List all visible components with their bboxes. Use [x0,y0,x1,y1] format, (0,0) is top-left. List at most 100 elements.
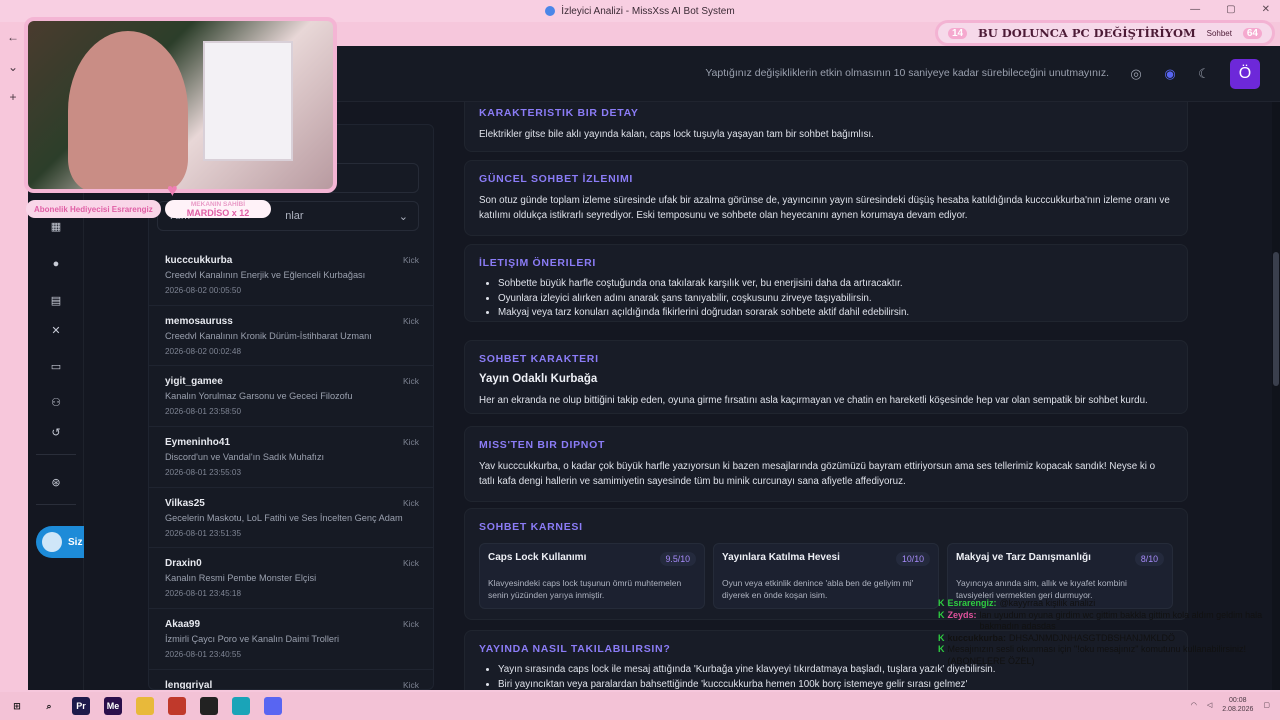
footnote-card: MISS'TEN BIR DIPNOT Yav kucccukkurba, o … [464,426,1188,502]
browser-side-nav: ← ⌄ + [0,22,26,690]
notification-icon[interactable]: ▢ [1263,701,1270,709]
recorder-icon[interactable] [168,697,186,715]
chat-message: DHSAJNMDJNHASGTDBSHANJMKLDÖ [1009,632,1176,643]
taskbar: ⊞ ⌕ Pr Me ◠ ◁ 00:08 2.08.2026 ▢ [0,692,1280,720]
system-tray: ◠ ◁ 00:08 2.08.2026 ▢ [1191,696,1270,714]
clock[interactable]: 00:08 2.08.2026 [1222,696,1253,714]
schedule-icon[interactable]: ▤ [48,292,64,308]
viewer-title: Gecelerin Maskotu, LoL Fatihi ve Ses İnc… [165,512,403,523]
score-value: 8/10 [1134,552,1164,566]
headset-icon[interactable]: ◎ [1128,66,1144,82]
viewer-item[interactable]: Draxin0 Kick Kanalın Resmi Pembe Monster… [149,548,433,610]
chevron-down-icon[interactable]: ⌄ [8,60,18,74]
card-text: Elektrikler gitse bile aklı yayında kala… [479,129,874,140]
tools-icon[interactable]: ✕ [48,322,64,338]
tips-list: Sohbette büyük harfle coştuğunda ona tak… [479,277,1173,321]
card-heading: İLETIŞIM ÖNERILERI [479,257,597,269]
history-icon[interactable]: ↺ [48,424,64,440]
chat-line: K Mesajınızın sesli okunması için "!oku … [938,644,1280,667]
obs-icon[interactable] [200,697,218,715]
viewer-date: 2026-08-01 23:55:03 [165,468,242,478]
clock-time: 00:08 [1229,697,1247,704]
viewer-item[interactable]: memosauruss Kick Creedvl Kanalının Kroni… [149,306,433,367]
chat-user: Zeyds: [947,609,977,620]
premiere-icon[interactable]: Pr [72,697,90,715]
viewer-date: 2026-08-01 23:40:55 [165,650,242,660]
discord-app-icon[interactable] [264,697,282,715]
viewer-item[interactable]: kucccukkurba Kick Creedvl Kanalının Ener… [149,245,433,306]
wifi-icon[interactable]: ◠ [1191,701,1197,709]
score-card: Caps Lock Kullanımı 9.5/10 Klavyesindeki… [479,543,705,609]
character-subtitle: Yayın Odaklı Kurbağa [479,373,598,385]
current-card: GÜNCEL SOHBET İZLENIMI Son otuz günde to… [464,160,1188,236]
kick-icon: K [938,632,945,643]
viewer-title: Kanalın Resmi Pembe Monster Elçisi [165,573,317,584]
chat-bubble-icon[interactable]: ● [48,256,64,272]
viewer-platform: Kick [402,679,419,690]
viewer-item[interactable]: lenggriyal Kick [149,670,433,690]
card-heading: MISS'TEN BIR DIPNOT [479,439,606,451]
chat-message: lan uyudum oyuna girdim wc gittim bakkla… [979,609,1263,632]
back-arrow-icon[interactable]: ← [7,30,19,44]
chat-line: K Zeyds: lan uyudum oyuna girdim wc gitt… [938,610,1280,633]
viewer-platform: Kick [402,376,419,387]
discord-icon[interactable]: ◉ [1162,66,1178,82]
clock-date: 2.08.2026 [1222,706,1254,713]
viewer-platform: Kick [402,437,419,448]
goal-text: BU DOLUNCA PC DEĞİŞTİRİYOM [978,26,1196,40]
maximize-icon[interactable]: ▢ [1226,4,1235,15]
viewer-name: Draxin0 [165,558,202,570]
folder-icon[interactable] [136,697,154,715]
goal-bar: 14 BU DOLUNCA PC DEĞİŞTİRİYOM Sohbet 64 [935,20,1275,46]
card-text: Her an ekranda ne olup bittiğini takip e… [479,395,1148,406]
close-icon[interactable]: ✕ [1262,4,1270,15]
gamepad-icon[interactable]: ⊛ [48,474,64,490]
moon-icon[interactable]: ☾ [1196,66,1212,82]
card-heading: KARAKTERISTIK BIR DETAY [479,107,639,119]
window-title: İzleyici Analizi - MissXss AI Bot System [561,5,735,17]
goal-target: 64 [1242,27,1262,39]
speaker-icon[interactable]: ◁ [1207,701,1212,709]
score-desc: Oyun veya etkinlik denince 'abla ben de … [722,578,914,600]
minimize-icon[interactable]: — [1190,4,1200,15]
supporter-badges: Abonelik Hediyecisi Esrarengiz MEKANIN S… [26,200,336,222]
edge-icon[interactable] [232,697,250,715]
viewer-name: Vilkas25 [165,497,205,509]
character-card: SOHBET KARAKTERI Yayın Odaklı Kurbağa He… [464,340,1188,414]
users-icon[interactable]: ⚇ [48,394,64,410]
chat-line: K kuccukkurba: DHSAJNMDJNHASGTDBSHANJMKL… [938,633,1280,645]
scroll-thumb[interactable] [1273,252,1279,386]
viewer-title: İzmirli Çaycı Poro ve Kanalın Daimi Trol… [165,634,340,645]
goal-current: 14 [948,27,968,39]
viewer-name: yigit_gameе [165,376,223,388]
windows-start-icon[interactable]: ⊞ [8,697,26,715]
score-card: Yayınlara Katılma Hevesi 10/10 Oyun veya… [713,543,939,609]
rail-user-button[interactable]: Siz [36,526,84,558]
save-notice: Yaptığınız değişikliklerin etkin olmasın… [705,67,1109,79]
add-icon[interactable]: + [9,90,16,104]
viewer-title: Creedvl Kanalının Enerjik ve Eğlenceli K… [165,270,366,280]
viewer-title: Creedvl Kanalının Kronik Dürüm-İstihbara… [165,330,372,341]
rail-user-label: Siz [68,536,83,548]
tip-item: Makyaj veya tarz konuları açıldığında fi… [498,306,1173,321]
tip-item: Oyunlara izleyici alırken adını anarak ş… [498,292,1173,307]
search-icon[interactable]: ⌕ [40,697,58,715]
chat-message: Mesajınızın sesli okunması için "!oku me… [947,644,1247,666]
media-encoder-icon[interactable]: Me [104,697,122,715]
viewer-date: 2026-08-02 00:05:50 [165,286,242,295]
rail-divider [36,504,76,505]
viewer-item[interactable]: Akaa99 Kick İzmirli Çaycı Poro ve Kanalı… [149,609,433,670]
viewer-item[interactable]: Vilkas25 Kick Gecelerin Maskotu, LoL Fat… [149,488,433,549]
kick-icon: K [938,598,945,608]
viewer-item[interactable]: yigit_gameе Kick Kanalın Yorulmaz Garson… [149,366,433,428]
viewer-name: lenggriyal [165,679,213,690]
tips-card: İLETIŞIM ÖNERILERI Sohbette büyük harfle… [464,244,1188,322]
viewer-item[interactable]: Eymeninho41 Kick Discord'un ve Vandal'ın… [149,427,433,488]
streamer-image [68,31,188,189]
webcam-overlay [24,17,337,193]
viewer-platform: Kick [402,619,419,630]
id-card-icon[interactable]: ▭ [48,358,64,374]
user-avatar[interactable]: Ö [1230,59,1260,89]
chat-overlay: K Esrarengiz: @kayyrraa kişilik analizi … [938,598,1280,692]
top-icons: ◎ ◉ ☾ Ö [1128,59,1260,89]
